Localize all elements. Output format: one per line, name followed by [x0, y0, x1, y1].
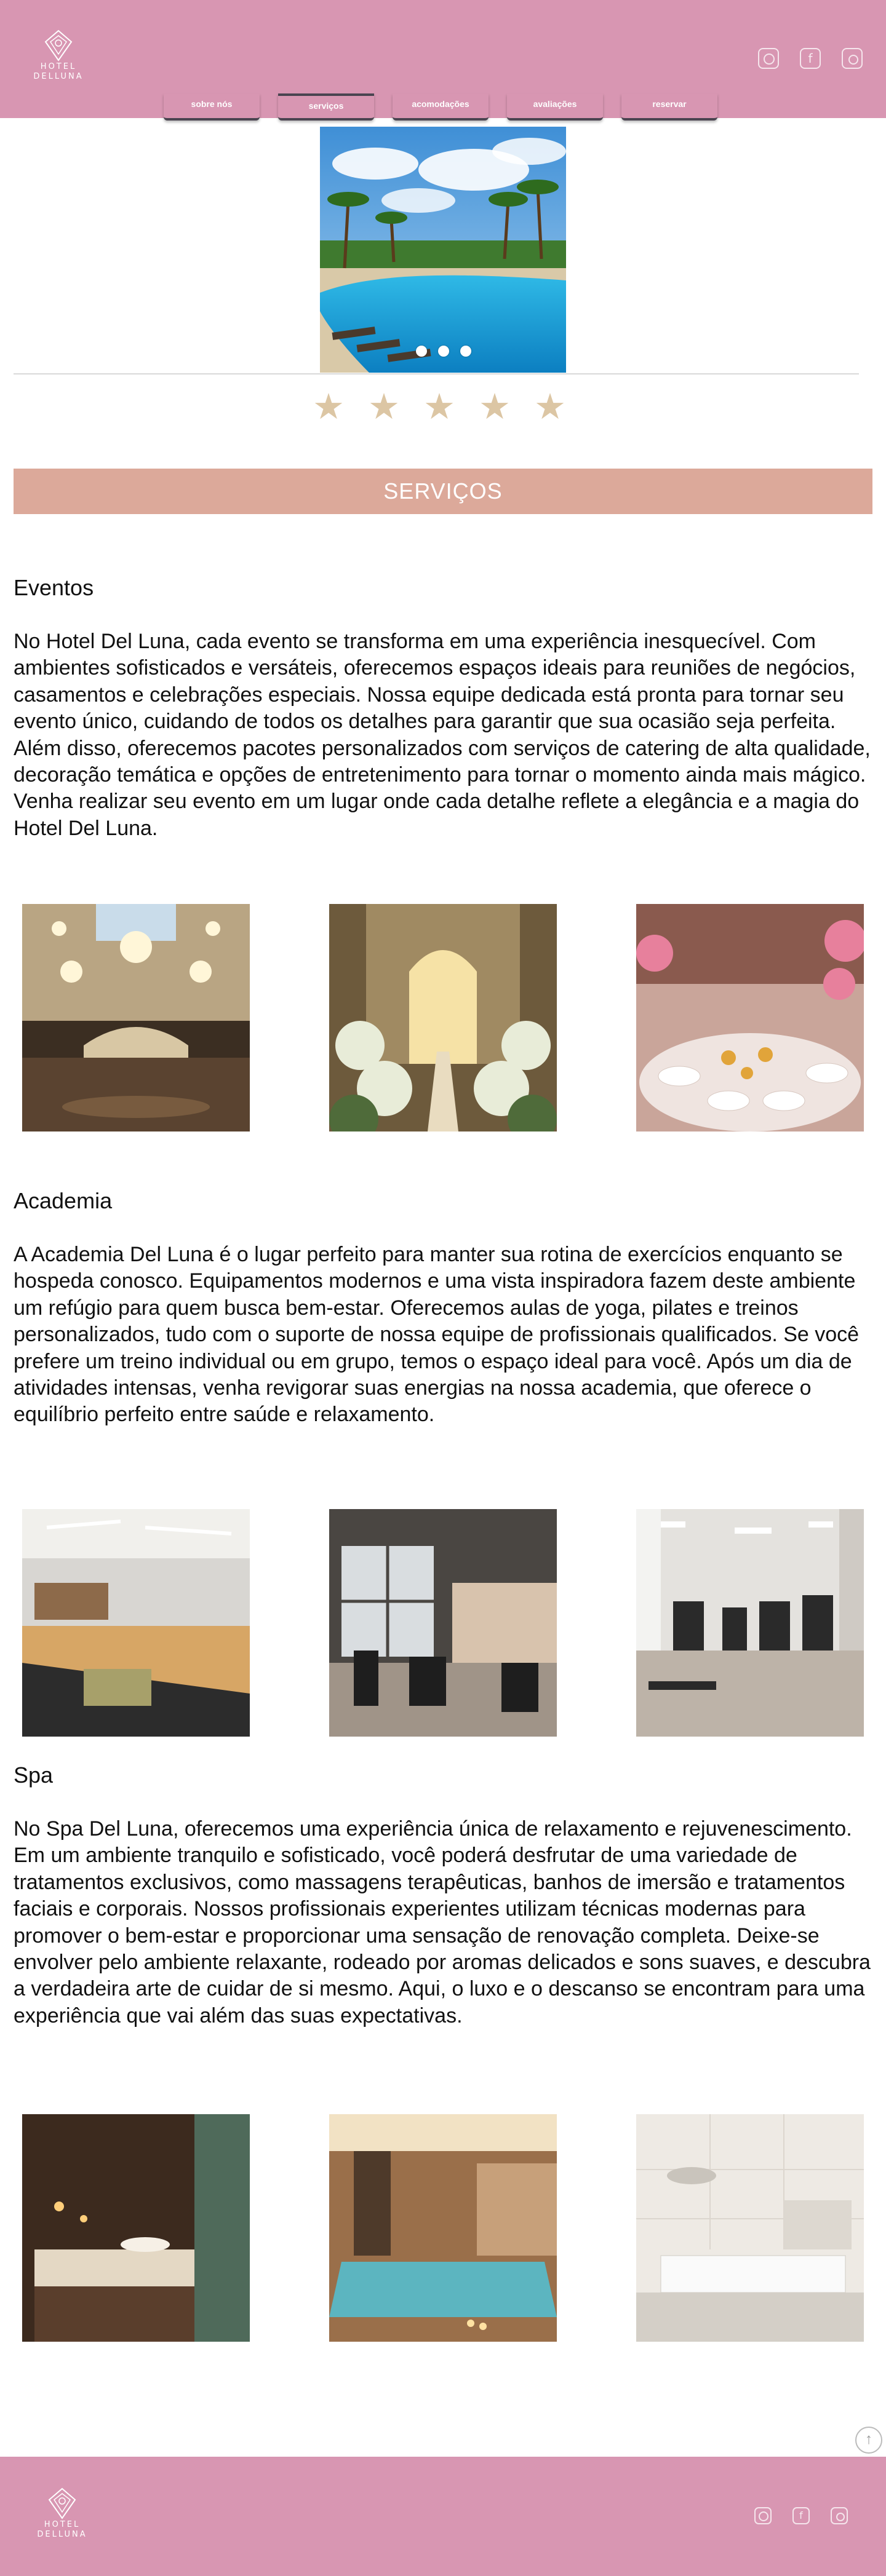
whatsapp-icon[interactable]	[754, 2507, 772, 2524]
section-text-academia: A Academia Del Luna é o lugar perfeito p…	[14, 1243, 860, 1427]
section-text-spa: No Spa Del Luna, oferecemos uma experiên…	[14, 1817, 871, 2027]
moon-crest-icon	[48, 2487, 76, 2519]
hotel-logo[interactable]: HOTEL DELLUNA	[25, 30, 92, 89]
spa-photo-massage-room	[22, 2114, 250, 2342]
event-photo-wedding-aisle	[329, 904, 557, 1131]
logo-text-line1: HOTEL	[40, 62, 77, 71]
logo-text-line2: DELLUNA	[33, 72, 84, 81]
gym-photo-weights	[636, 1509, 864, 1737]
spa-photo-pool	[329, 2114, 557, 2342]
services-heading-bar: SERVIÇOS	[14, 469, 872, 514]
tab-reservar[interactable]: reservar	[621, 93, 717, 121]
instagram-icon[interactable]	[842, 48, 863, 69]
star-icon: ★	[534, 387, 566, 427]
carousel-dot-2[interactable]	[438, 346, 449, 357]
facebook-icon[interactable]	[800, 48, 821, 69]
main-nav: sobre nós serviços acomodações avaliaçõe…	[164, 93, 717, 121]
whatsapp-icon[interactable]	[758, 48, 779, 69]
footer-hotel-logo[interactable]: HOTEL DELLUNA	[28, 2487, 96, 2546]
star-icon: ★	[423, 387, 455, 427]
event-photo-banquet	[636, 904, 864, 1131]
carousel-dots	[416, 346, 471, 357]
footer-logo-text-line2: DELLUNA	[37, 2530, 87, 2539]
hero-carousel-image[interactable]	[320, 127, 566, 373]
spa-photo-treatment-room	[636, 2114, 864, 2342]
gym-photo-studio	[22, 1509, 250, 1737]
section-text-eventos: No Hotel Del Luna, cada evento se transf…	[14, 630, 871, 840]
section-title-eventos: Eventos	[14, 575, 94, 600]
event-photo-ballroom	[22, 904, 250, 1131]
star-icon: ★	[479, 387, 511, 427]
carousel-dot-3[interactable]	[460, 346, 471, 357]
footer-social-links	[754, 2507, 848, 2524]
tab-sobre-nos[interactable]: sobre nós	[164, 93, 260, 121]
star-icon: ★	[313, 387, 345, 427]
section-title-spa: Spa	[14, 1762, 54, 1788]
tab-avaliacoes[interactable]: avaliações	[507, 93, 603, 121]
moon-crest-icon	[44, 30, 73, 61]
gym-photo-equipment	[329, 1509, 557, 1737]
site-footer: HOTEL DELLUNA	[0, 2457, 886, 2576]
section-title-academia: Academia	[14, 1188, 113, 1213]
hero-divider	[14, 373, 859, 375]
back-to-top-icon[interactable]: ↑	[855, 2427, 882, 2454]
footer-logo-text-line1: HOTEL	[44, 2520, 81, 2529]
facebook-icon[interactable]	[792, 2507, 810, 2524]
rating-stars: ★ ★ ★ ★ ★	[313, 387, 566, 427]
star-icon: ★	[368, 387, 400, 427]
tab-acomodacoes[interactable]: acomodações	[393, 93, 489, 121]
carousel-dot-1[interactable]	[416, 346, 427, 357]
header-social-links	[758, 48, 863, 69]
tab-servicos[interactable]: serviços	[278, 93, 374, 121]
instagram-icon[interactable]	[831, 2507, 848, 2524]
